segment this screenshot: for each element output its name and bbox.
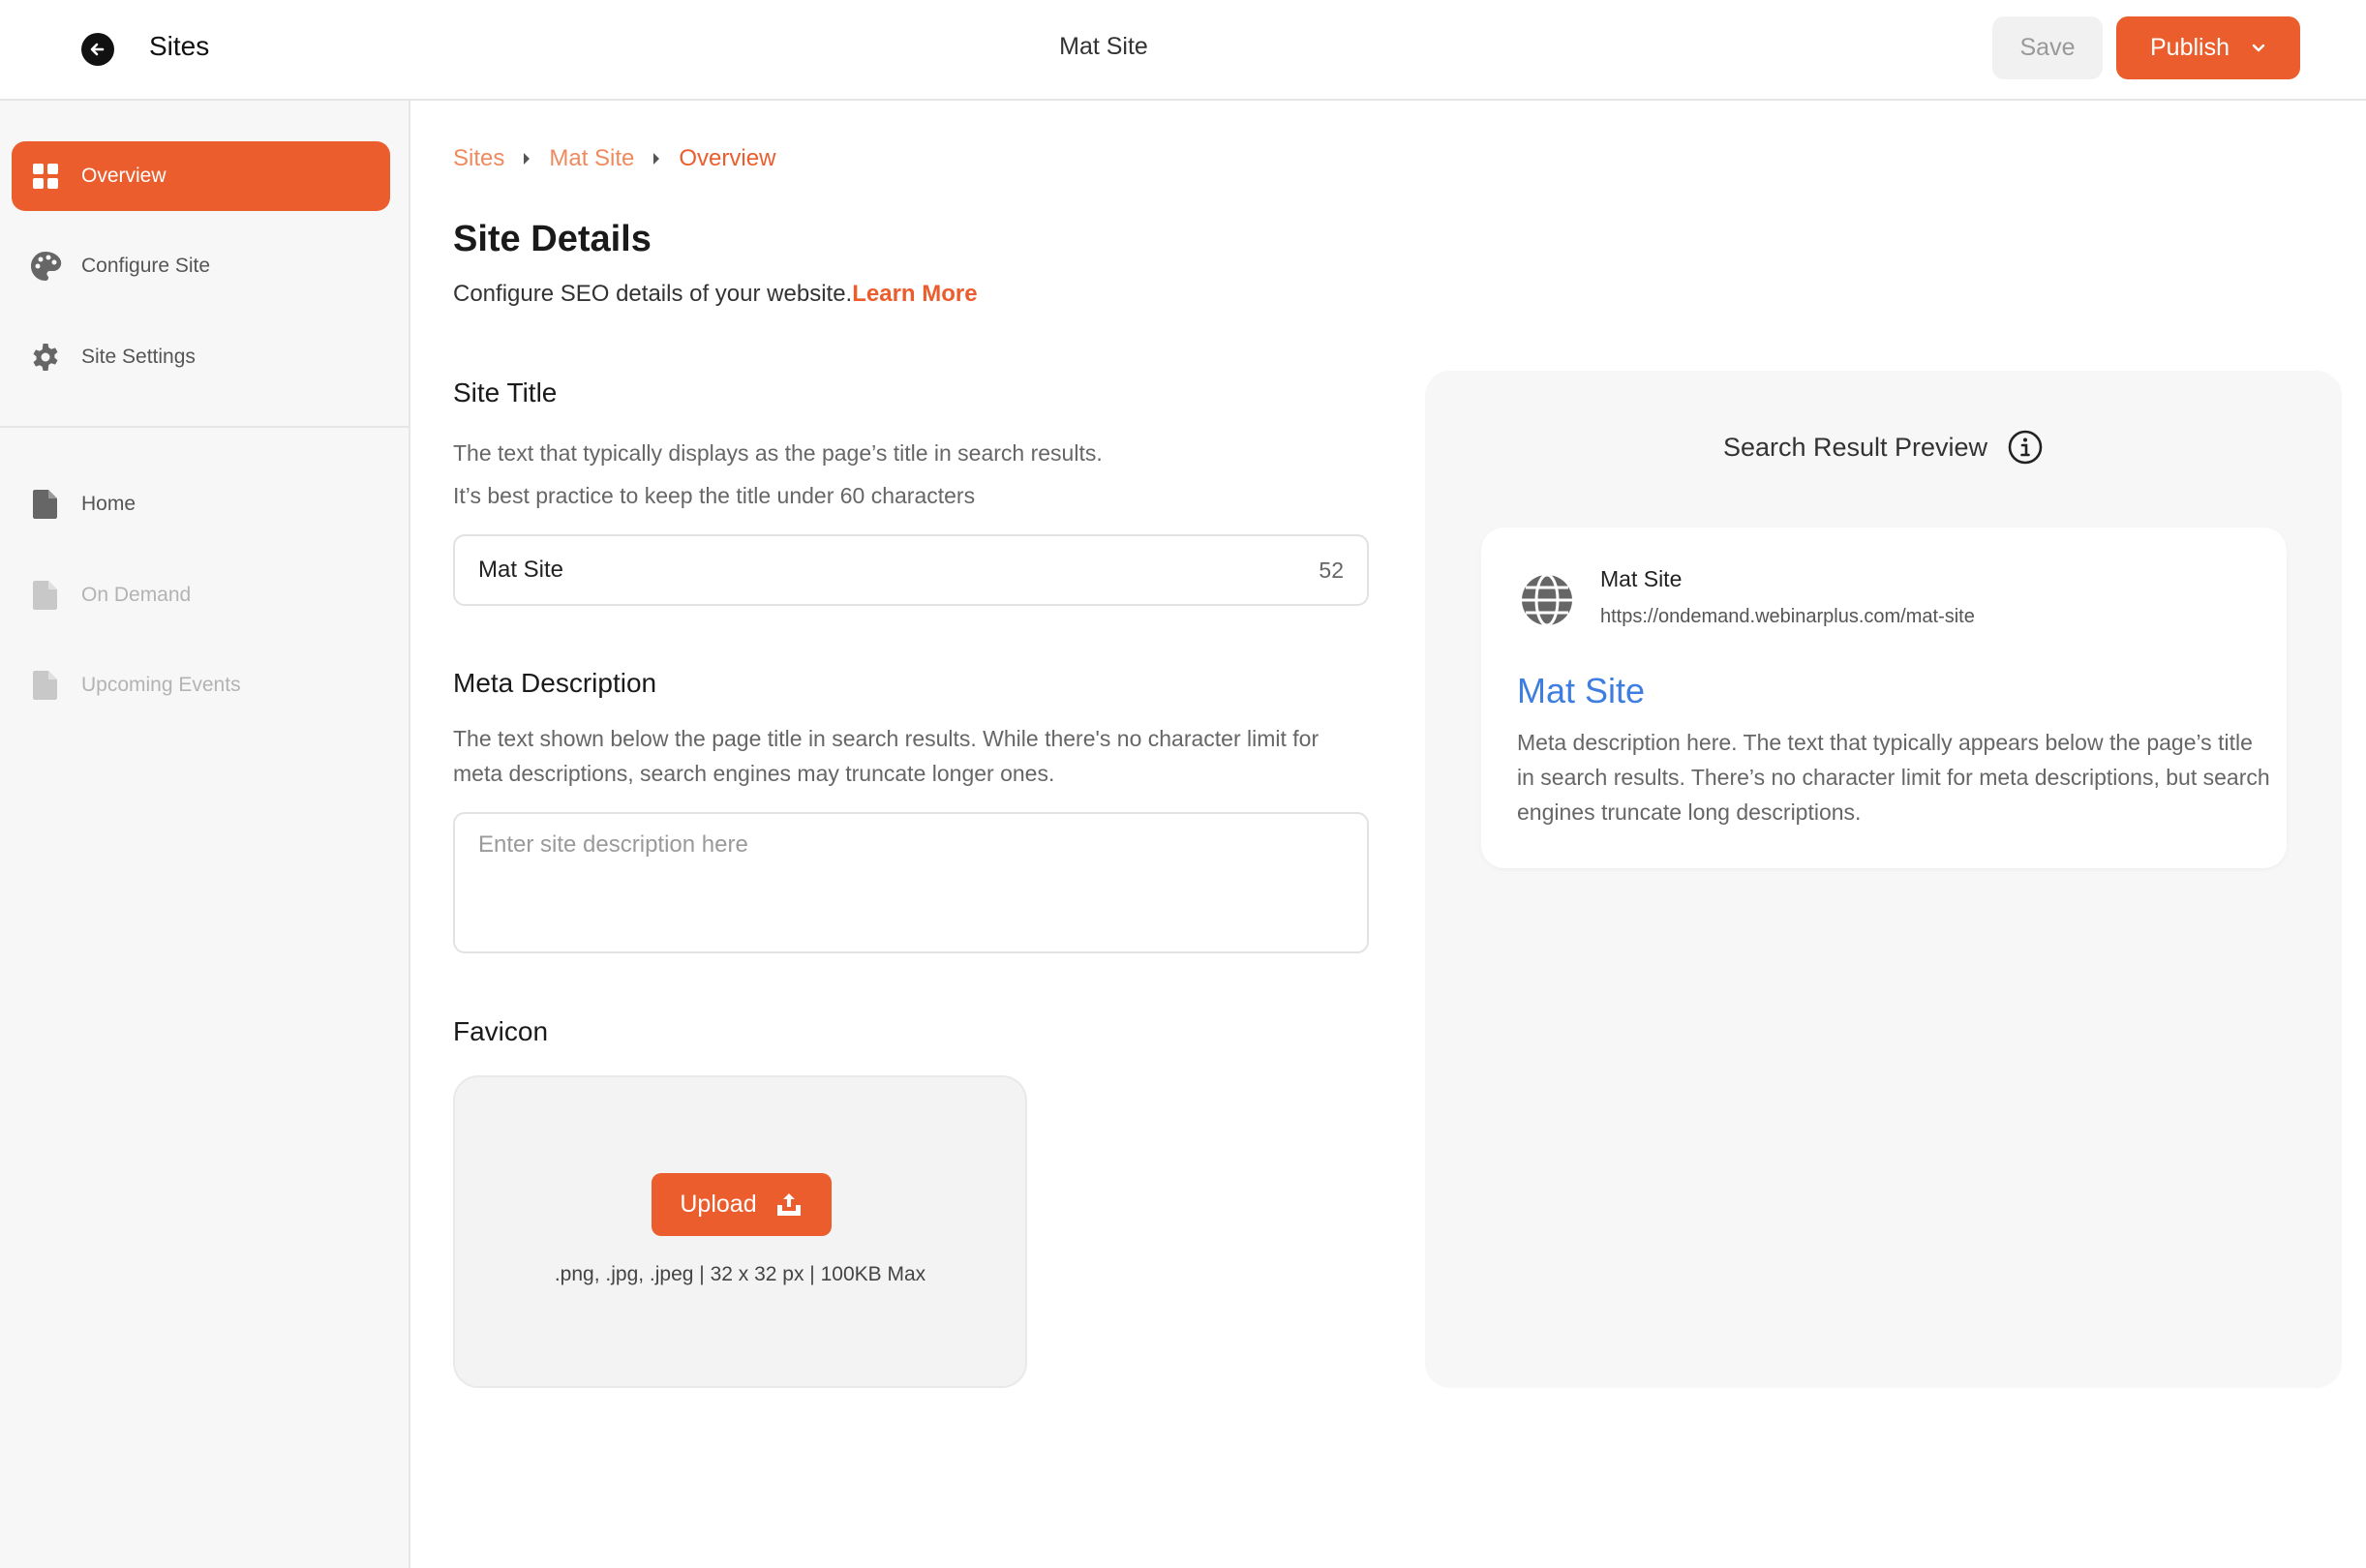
breadcrumb-sites[interactable]: Sites	[453, 145, 504, 172]
search-result-card: Mat Site https://ondemand.webinarplus.co…	[1481, 528, 2287, 868]
upload-button[interactable]: Upload	[652, 1173, 832, 1236]
page-subtitle: Configure SEO details of your website.Le…	[453, 281, 978, 308]
caret-right-icon	[524, 153, 531, 165]
chevron-down-icon	[2252, 44, 2265, 51]
page-subtitle-text: Configure SEO details of your website.	[453, 281, 853, 307]
sidebar-item-home[interactable]: Home	[12, 469, 390, 539]
upload-icon	[776, 1192, 801, 1216]
page-icon	[29, 669, 62, 702]
sidebar-item-upcoming-events[interactable]: Upcoming Events	[12, 650, 390, 720]
preview-url: https://ondemand.webinarplus.com/mat-sit…	[1600, 606, 1975, 627]
sidebar-divider	[0, 426, 409, 428]
upload-hint: .png, .jpg, .jpeg | 32 x 32 px | 100KB M…	[554, 1263, 926, 1285]
site-title-help-2: It’s best practice to keep the title und…	[453, 483, 976, 508]
meta-description-input[interactable]	[453, 812, 1369, 953]
gear-icon	[29, 341, 62, 374]
preview-header: Search Result Preview	[1425, 429, 2342, 466]
upload-label: Upload	[680, 1191, 757, 1218]
page-icon	[29, 488, 62, 521]
publish-button[interactable]: Publish	[2116, 16, 2300, 79]
preview-title[interactable]: Mat Site	[1517, 671, 1645, 711]
top-bar: Sites Mat Site Save Publish	[0, 0, 2366, 101]
sidebar-item-label: Site Settings	[81, 346, 196, 368]
preview-description: Meta description here. The text that typ…	[1517, 730, 2270, 825]
globe-icon	[1522, 573, 1572, 627]
preview-heading: Search Result Preview	[1722, 432, 1988, 462]
site-title-label: Site Title	[453, 377, 558, 407]
sidebar-item-label: Overview	[81, 165, 167, 187]
dashboard-icon	[29, 160, 62, 193]
breadcrumb: Sites Mat Site Overview	[453, 145, 775, 172]
meta-description-label: Meta Description	[453, 668, 657, 698]
sidebar-item-configure-site[interactable]: Configure Site	[12, 231, 390, 301]
info-icon[interactable]	[2007, 429, 2044, 466]
sidebar-item-label: On Demand	[81, 584, 192, 606]
search-preview-panel: Search Result Preview Mat Site https://o…	[1425, 371, 2342, 1388]
save-button[interactable]: Save	[1992, 16, 2103, 79]
publish-label: Publish	[2150, 34, 2230, 61]
breadcrumb-mat-site[interactable]: Mat Site	[549, 145, 634, 172]
sidebar: Overview Configure Site Site Settings Ho…	[0, 101, 410, 1568]
sidebar-item-label: Configure Site	[81, 255, 211, 277]
character-count: 52	[1319, 557, 1344, 583]
site-name-title: Mat Site	[1059, 33, 1148, 60]
favicon-label: Favicon	[453, 1016, 549, 1046]
page-icon	[29, 579, 62, 612]
sidebar-item-label: Upcoming Events	[81, 674, 241, 696]
sidebar-item-overview[interactable]: Overview	[12, 141, 390, 211]
site-title-value: Mat Site	[478, 557, 564, 583]
palette-icon	[29, 250, 62, 283]
breadcrumb-overview: Overview	[679, 145, 776, 171]
preview-site-name: Mat Site	[1600, 566, 1683, 591]
learn-more-link[interactable]: Learn More	[852, 281, 977, 307]
sidebar-item-on-demand[interactable]: On Demand	[12, 560, 390, 630]
site-title-input[interactable]: Mat Site 52	[453, 534, 1369, 606]
page-title: Site Details	[453, 219, 652, 259]
sidebar-item-label: Home	[81, 493, 136, 515]
sidebar-item-site-settings[interactable]: Site Settings	[12, 322, 390, 392]
favicon-dropzone[interactable]: Upload .png, .jpg, .jpeg | 32 x 32 px | …	[453, 1075, 1027, 1388]
site-title-help-1: The text that typically displays as the …	[453, 440, 1103, 466]
caret-right-icon	[653, 153, 660, 165]
meta-description-help: The text shown below the page title in s…	[453, 726, 1320, 786]
